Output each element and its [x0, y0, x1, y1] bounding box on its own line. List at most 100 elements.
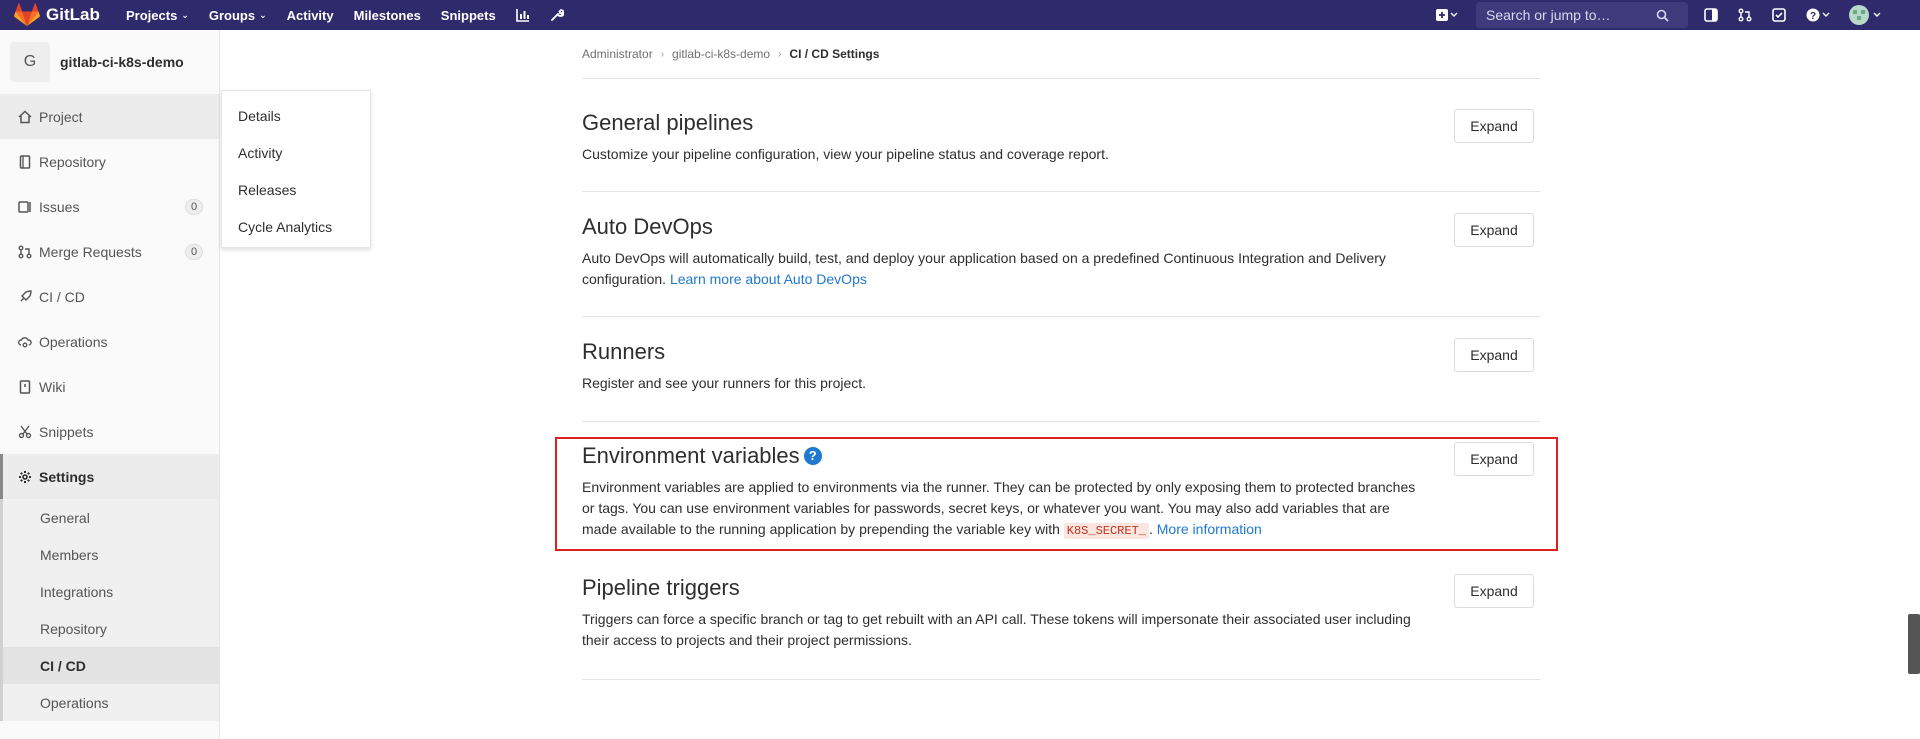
- expand-button[interactable]: Expand: [1454, 109, 1534, 143]
- help-icon[interactable]: ?: [1796, 0, 1840, 30]
- project-header[interactable]: G gitlab-ci-k8s-demo: [0, 30, 219, 94]
- sidebar-item-label: Issues: [39, 198, 80, 215]
- breadcrumb-project[interactable]: gitlab-ci-k8s-demo: [672, 47, 770, 61]
- flyout-item-cycle-analytics[interactable]: Cycle Analytics: [222, 208, 370, 245]
- section-description: Customize your pipeline configuration, v…: [582, 146, 1109, 162]
- sidebar-item-issues[interactable]: Issues 0: [0, 184, 219, 229]
- sidebar-item-project[interactable]: Project: [0, 94, 219, 139]
- sidebar-item-wiki[interactable]: Wiki: [0, 364, 219, 409]
- project-sidebar: G gitlab-ci-k8s-demo Project Repository …: [0, 30, 220, 739]
- breadcrumb-administrator[interactable]: Administrator: [582, 47, 653, 61]
- gitlab-logo[interactable]: GitLab: [14, 3, 116, 27]
- section-general-pipelines: General pipelines Customize your pipelin…: [582, 79, 1540, 192]
- section-description: Auto DevOps will automatically build, te…: [582, 248, 1420, 290]
- section-description-text: Environment variables are applied to env…: [582, 479, 1416, 537]
- search-input[interactable]: [1486, 7, 1656, 23]
- sidebar-item-label: Settings: [39, 468, 95, 485]
- section-auto-devops: Auto DevOps Auto DevOps will automatical…: [582, 192, 1540, 317]
- section-description: Environment variables are applied to env…: [582, 477, 1420, 542]
- learn-more-auto-devops-link[interactable]: Learn more about Auto DevOps: [670, 271, 867, 287]
- more-information-link[interactable]: More information: [1157, 521, 1262, 537]
- issues-icon: [17, 199, 33, 215]
- flyout-item-details[interactable]: Details: [222, 97, 370, 134]
- merge-request-icon: [17, 244, 33, 260]
- wiki-icon: [17, 379, 33, 395]
- nav-projects-dropdown[interactable]: Projects ⌄: [116, 0, 199, 30]
- expand-button[interactable]: Expand: [1454, 213, 1534, 247]
- section-title: General pipelines: [582, 110, 754, 135]
- issues-count-badge: 0: [185, 198, 203, 215]
- nav-milestones-link[interactable]: Milestones: [344, 0, 431, 30]
- merge-requests-count-badge: 0: [185, 243, 203, 260]
- scrollbar-handle[interactable]: [1908, 614, 1920, 674]
- home-icon: [17, 109, 33, 125]
- nav-snippets-link[interactable]: Snippets: [431, 0, 506, 30]
- settings-sub-integrations[interactable]: Integrations: [3, 573, 219, 610]
- settings-sub-ci-cd[interactable]: CI / CD: [3, 647, 219, 684]
- wrench-icon[interactable]: [540, 0, 574, 30]
- sidebar-item-ci-cd[interactable]: CI / CD: [0, 274, 219, 319]
- settings-sub-operations[interactable]: Operations: [3, 684, 219, 721]
- flyout-item-releases[interactable]: Releases: [222, 171, 370, 208]
- brand-name: GitLab: [46, 5, 100, 24]
- sidebar-item-label: CI / CD: [39, 288, 85, 305]
- scissors-icon: [17, 424, 33, 440]
- top-navbar: GitLab Projects ⌄ Groups ⌄ Activity Mile…: [0, 0, 1920, 30]
- gitlab-tanuki-icon: [14, 3, 40, 26]
- sidebar-item-label: Snippets: [39, 423, 94, 440]
- flyout-item-activity[interactable]: Activity: [222, 134, 370, 171]
- sidebar-item-label: Project: [39, 108, 83, 125]
- nav-activity-link[interactable]: Activity: [277, 0, 344, 30]
- section-title-text: Environment variables: [582, 443, 800, 468]
- chevron-right-icon: ›: [660, 48, 665, 60]
- book-icon: [17, 154, 33, 170]
- todo-icon[interactable]: [1762, 0, 1796, 30]
- nav-groups-dropdown[interactable]: Groups ⌄: [199, 0, 277, 30]
- section-description: Register and see your runners for this p…: [582, 375, 867, 391]
- main-content: Administrator › gitlab-ci-k8s-demo › CI …: [582, 30, 1540, 680]
- breadcrumb: Administrator › gitlab-ci-k8s-demo › CI …: [582, 30, 1540, 79]
- section-description: Triggers can force a specific branch or …: [582, 611, 1411, 648]
- sidebar-item-label: Wiki: [39, 378, 66, 395]
- section-title: Pipeline triggers: [582, 575, 740, 600]
- merge-request-icon[interactable]: [1728, 0, 1762, 30]
- section-title: Runners: [582, 339, 666, 364]
- breadcrumb-current[interactable]: CI / CD Settings: [789, 47, 879, 61]
- section-title: Environment variables?: [582, 443, 1420, 469]
- section-description-punct: .: [1148, 521, 1153, 537]
- sidebar-toggle-icon[interactable]: [1694, 0, 1728, 30]
- expand-button[interactable]: Expand: [1454, 574, 1534, 608]
- sidebar-item-merge-requests[interactable]: Merge Requests 0: [0, 229, 219, 274]
- chevron-down-icon: ⌄: [259, 9, 267, 20]
- sidebar-item-operations[interactable]: Operations: [0, 319, 219, 364]
- svg-text:?: ?: [1810, 11, 1816, 22]
- sidebar-item-snippets[interactable]: Snippets: [0, 409, 219, 454]
- nav-groups-label: Groups: [208, 7, 256, 23]
- settings-sub-members[interactable]: Members: [3, 536, 219, 573]
- chevron-down-icon: ⌄: [181, 9, 189, 20]
- sidebar-item-settings[interactable]: Settings: [0, 454, 219, 499]
- k8s-secret-code: K8S_SECRET_: [1063, 523, 1149, 539]
- section-runners: Runners Register and see your runners fo…: [582, 317, 1540, 422]
- search-box[interactable]: [1476, 2, 1688, 28]
- project-flyout-menu: Details Activity Releases Cycle Analytic…: [221, 90, 371, 248]
- section-title: Auto DevOps: [582, 214, 713, 239]
- plus-icon[interactable]: [1424, 0, 1470, 30]
- chevron-right-icon: ›: [778, 48, 782, 60]
- question-circle-icon[interactable]: ?: [803, 446, 822, 465]
- expand-button[interactable]: Expand: [1454, 442, 1534, 476]
- chart-icon[interactable]: [506, 0, 540, 30]
- expand-button[interactable]: Expand: [1454, 338, 1534, 372]
- user-avatar[interactable]: [1840, 0, 1890, 30]
- sidebar-item-label: Merge Requests: [39, 243, 142, 260]
- section-environment-variables: Environment variables? Environment varia…: [582, 422, 1540, 554]
- sidebar-item-label: Operations: [39, 333, 108, 350]
- sidebar-item-repository[interactable]: Repository: [0, 139, 219, 184]
- settings-sub-general[interactable]: General: [3, 499, 219, 536]
- project-name[interactable]: gitlab-ci-k8s-demo: [60, 54, 184, 70]
- gear-icon: [17, 469, 33, 485]
- settings-sub-repository[interactable]: Repository: [3, 610, 219, 647]
- project-avatar[interactable]: G: [10, 42, 50, 82]
- section-pipeline-triggers: Pipeline triggers Triggers can force a s…: [582, 554, 1540, 680]
- search-icon: [1656, 9, 1669, 22]
